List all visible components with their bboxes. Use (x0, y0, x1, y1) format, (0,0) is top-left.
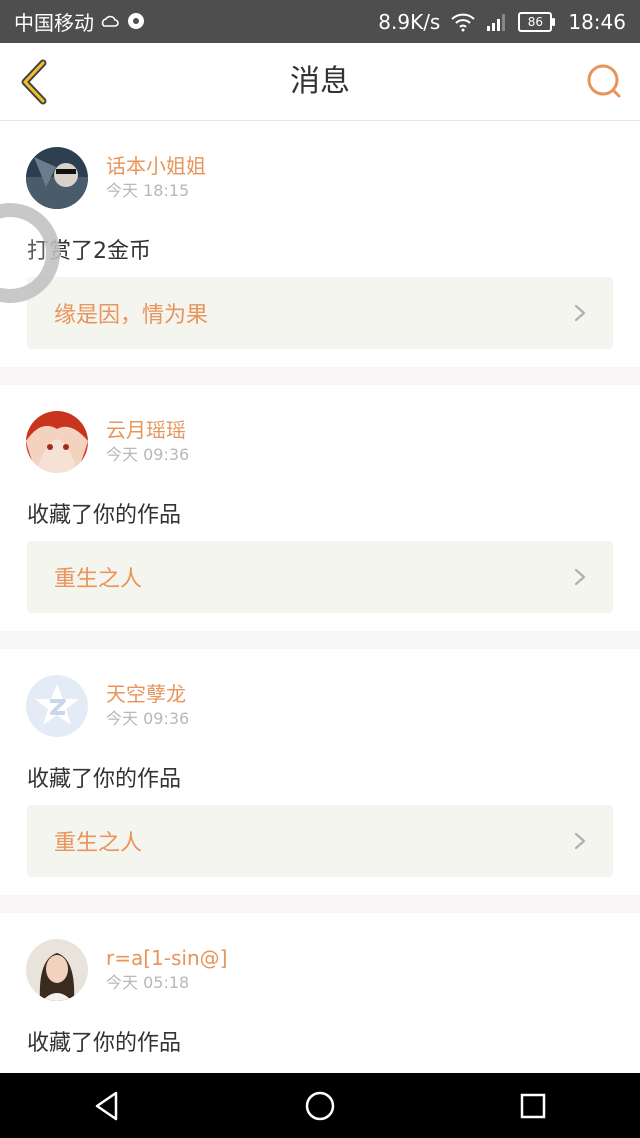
avatar[interactable] (26, 147, 88, 209)
message-card: 话本小姐姐 今天 18:15 打赏了2金币 缘是因，情为果 (0, 121, 640, 367)
timestamp: 今天 18:15 (106, 181, 190, 200)
square-recents-icon (521, 1093, 546, 1118)
search-icon (587, 64, 621, 98)
network-speed: 8.9K/s (378, 9, 441, 34)
signal-icon (486, 12, 508, 32)
chevron-right-icon (574, 568, 586, 586)
username[interactable]: r=a[1-sin@] (106, 945, 227, 971)
work-title: 重生之人 (54, 567, 143, 592)
work-link[interactable]: 重生之人 (27, 541, 613, 613)
status-bar: 中国移动 8.9K/s 86 18:46 (0, 0, 640, 43)
avatar[interactable] (26, 411, 88, 473)
avatar[interactable] (26, 939, 88, 1001)
nav-home-button[interactable] (290, 1076, 350, 1136)
message-app-icon (126, 12, 146, 32)
action-text: 收藏了你的作品 (27, 1031, 182, 1056)
wifi-icon (450, 12, 476, 32)
timestamp: 今天 09:36 (106, 445, 190, 464)
screen: 中国移动 8.9K/s 86 18:46 消息 话本小姐姐 今天 18:15 打… (0, 0, 640, 1138)
timestamp: 今天 09:36 (106, 709, 190, 728)
username[interactable]: 云月瑶瑶 (106, 417, 189, 443)
search-button[interactable] (584, 61, 626, 103)
nav-back-button[interactable] (77, 1076, 137, 1136)
circle-home-icon (305, 1091, 335, 1120)
work-title: 重生之人 (54, 831, 143, 856)
chevron-right-icon (574, 832, 586, 850)
action-text: 收藏了你的作品 (27, 503, 182, 528)
top-nav: 消息 (0, 43, 640, 121)
work-title: 缘是因，情为果 (54, 303, 209, 328)
carrier-label: 中国移动 (14, 11, 94, 35)
system-nav-bar (0, 1073, 640, 1138)
page-title: 消息 (290, 64, 350, 99)
triangle-back-icon (95, 1091, 117, 1120)
chevron-right-icon (574, 304, 586, 322)
username[interactable]: 话本小姐姐 (106, 153, 206, 179)
clock: 18:46 (568, 9, 626, 34)
message-card: 天空孽龙 今天 09:36 收藏了你的作品 重生之人 (0, 649, 640, 895)
nav-recents-button[interactable] (503, 1076, 563, 1136)
message-card: r=a[1-sin@] 今天 05:18 收藏了你的作品 (0, 913, 640, 1073)
work-link[interactable]: 缘是因，情为果 (27, 277, 613, 349)
avatar[interactable] (26, 675, 88, 737)
timestamp: 今天 05:18 (106, 973, 190, 992)
action-text: 收藏了你的作品 (27, 767, 182, 792)
weather-icon (100, 14, 120, 30)
message-card: 云月瑶瑶 今天 09:36 收藏了你的作品 重生之人 (0, 385, 640, 631)
battery-icon: 86 (518, 11, 556, 32)
username[interactable]: 天空孽龙 (106, 681, 189, 707)
work-link[interactable]: 重生之人 (27, 805, 613, 877)
